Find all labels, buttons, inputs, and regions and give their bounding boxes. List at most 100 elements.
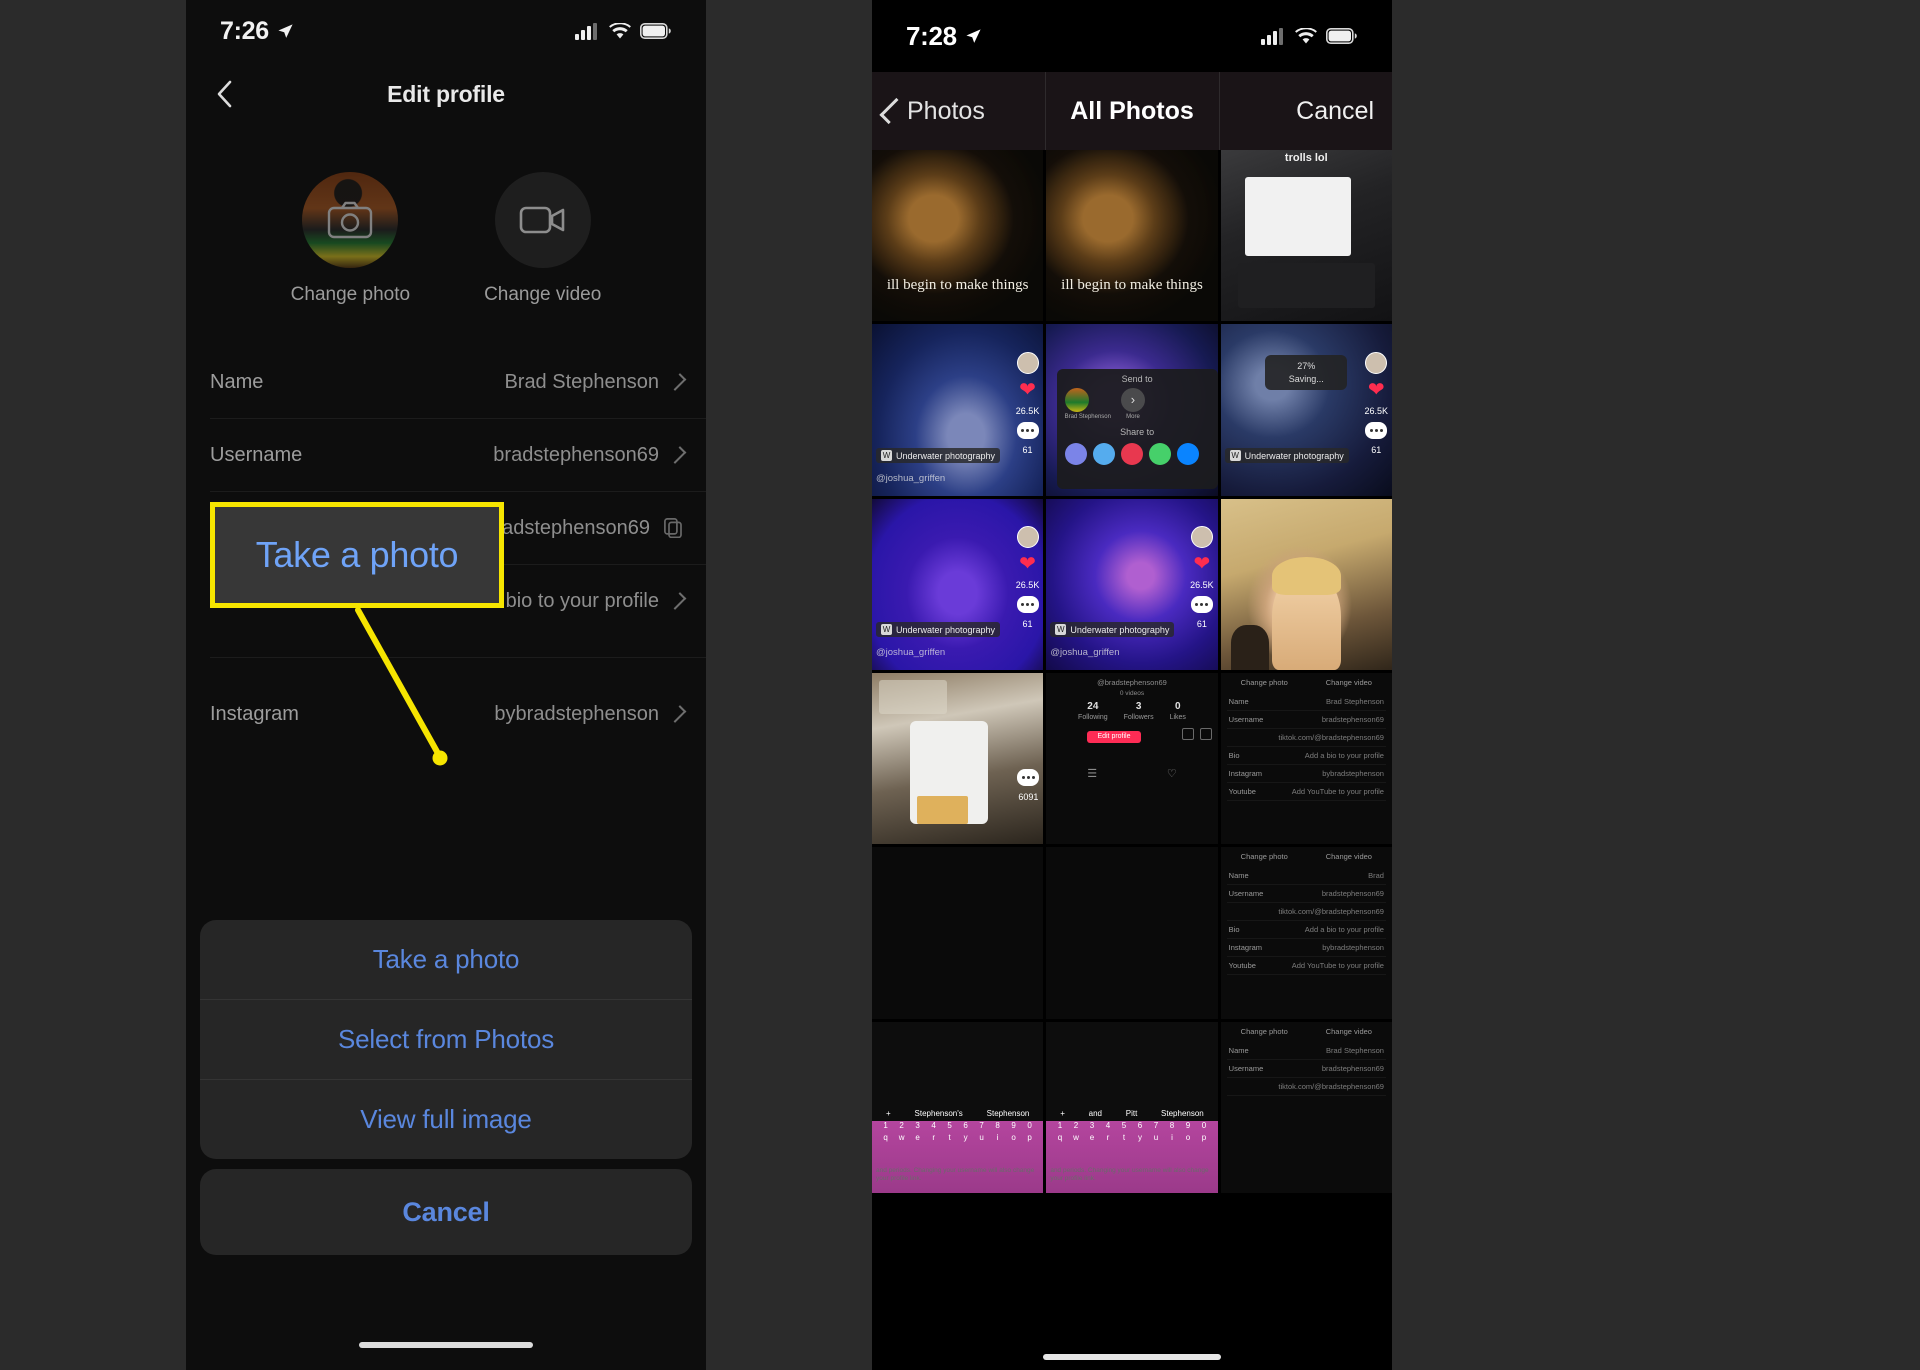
location-arrow-icon (966, 28, 981, 43)
field-row-name[interactable]: Name Brad Stephenson (186, 346, 706, 418)
location-arrow-icon (278, 23, 293, 38)
engagement-rail: ❤ 26.5K 61 (1016, 351, 1039, 455)
mini-avatar-labels: Change photo Change video (1227, 1027, 1386, 1036)
photo-cell-edit-profile-3[interactable]: Change photo Change video Name Brad Steph… (1220, 1021, 1392, 1193)
photo-cell-old-man-2[interactable]: ill begin to make things (1046, 150, 1218, 322)
left-nav-bar: Edit profile (186, 62, 706, 126)
comment-count: 6091 (1018, 791, 1039, 802)
comment-bubble-icon (1017, 768, 1040, 786)
copy-icon[interactable] (664, 518, 682, 538)
avatar-section: Change photo Change video (186, 172, 706, 306)
action-cancel-button[interactable]: Cancel (200, 1169, 692, 1255)
chevron-right-icon[interactable]: › (1120, 387, 1145, 412)
avatar (1016, 351, 1039, 374)
field-row-instagram[interactable]: Instagram bybradstephenson (186, 678, 706, 750)
copy-link-icon[interactable] (1064, 443, 1087, 466)
left-status-time-group: 7:26 (220, 17, 294, 46)
like-count: 26.5K (1364, 405, 1388, 416)
photo-cell-dark-2[interactable] (1046, 847, 1218, 1019)
mini-change-photo-label: Change photo (1240, 1026, 1288, 1036)
photo-thumbnail: trolls lol (1220, 150, 1392, 322)
instagram-icon[interactable] (1181, 728, 1194, 741)
action-take-a-photo[interactable]: Take a photo (200, 920, 692, 999)
change-photo-group[interactable]: Change photo (291, 172, 410, 306)
photo-cell-blue-stage-left[interactable]: ❤ 26.5K 61 W Underwater photography @jos… (872, 498, 1044, 670)
twitter-icon[interactable] (1092, 443, 1115, 466)
right-status-bar: 7:28 (872, 0, 1392, 72)
photo-thumbnail: ill begin to make things (1046, 150, 1218, 322)
wiki-tag-label: Underwater photography (896, 624, 996, 635)
photo-thumbnail (872, 847, 1044, 1019)
picker-cancel-button[interactable]: Cancel (1296, 97, 1374, 126)
photo-thumbnail: ill begin to make things (872, 150, 1044, 322)
photo-thumbnail: ❤ 26.5K 61 W Underwater photography @jos… (872, 324, 1044, 496)
bookmark-icon[interactable] (1199, 728, 1212, 741)
avatar[interactable] (302, 172, 399, 268)
mini-edit-profile-screenshot: Change photo Change video Name Brad Steph… (1221, 673, 1392, 844)
mini-edit-profile-button[interactable]: Edit profile (1086, 730, 1141, 743)
photo-cell-keyboard-1[interactable]: + Stephenson's Stephenson 1234567890 qwe… (872, 1021, 1044, 1193)
photo-cell-dark-1[interactable] (872, 847, 1044, 1019)
photo-cell-saving-video[interactable]: 27% Saving... ❤ 26.5K 61 W Underwater ph… (1220, 324, 1392, 496)
action-view-full-image[interactable]: View full image (200, 1080, 692, 1159)
heart-icon: ❤ (1019, 378, 1036, 401)
heart-icon: ❤ (1193, 553, 1211, 576)
keyboard-letter-row: qwertyuiop (883, 1132, 1032, 1142)
mini-row-instagram: Instagram bybradstephenson (1226, 765, 1386, 783)
engagement-rail: ❤ 26.5K 61 (1364, 351, 1388, 455)
photo-cell-edit-profile-1[interactable]: Change photo Change video Name Brad Steph… (1220, 672, 1392, 845)
action-select-from-photos[interactable]: Select from Photos (200, 1000, 692, 1079)
heart-icon: ❤ (1019, 553, 1036, 576)
mini-avatar-labels: Change photo Change video (1227, 678, 1386, 687)
field-row-username[interactable]: Username bradstephenson69 (186, 419, 706, 491)
mini-row-link: tiktok.com/@bradstephenson69 (1226, 903, 1386, 922)
wiki-tag-label: Underwater photography (1244, 450, 1344, 461)
right-status-time: 7:28 (906, 20, 957, 51)
action-sheet: Take a photo Select from Photos View ful… (200, 920, 692, 1255)
mini-stat-likes: 0 Likes (1170, 701, 1186, 721)
photo-cell-kitchen[interactable]: 6091 (872, 672, 1044, 845)
photo-cell-underwater-dancer[interactable]: ❤ 26.5K 61 W Underwater photography @jos… (872, 324, 1044, 496)
photo-cell-trolls-screenshot[interactable]: trolls lol (1220, 150, 1392, 322)
mini-stats: 24 Following 3 Followers 0 Likes (1052, 701, 1211, 721)
whatsapp-icon[interactable] (1148, 443, 1171, 466)
photo-cell-selected-selfie[interactable] (1220, 498, 1392, 670)
chevron-right-icon (668, 592, 687, 610)
field-value-group-instagram: bybradstephenson (494, 703, 687, 726)
wiki-tag: W Underwater photography (1050, 622, 1175, 638)
comment-bubble-icon (1016, 596, 1039, 614)
wikipedia-icon: W (881, 624, 892, 636)
progress-percent: 27% (1297, 361, 1316, 372)
chevron-right-icon (668, 373, 687, 391)
telegram-icon[interactable] (1120, 443, 1143, 466)
photo-cell-edit-profile-2[interactable]: Change photo Change video Name Brad Usern… (1220, 847, 1392, 1019)
photo-username: @joshua_griffen (876, 472, 946, 484)
photo-cell-profile-stats[interactable]: @bradstephenson69 0 videos 24 Following … (1046, 672, 1218, 845)
change-video-group[interactable]: Change video (484, 172, 601, 306)
photo-cell-blue-stage-mid[interactable]: ❤ 26.5K 61 W Underwater photography @jos… (1046, 498, 1218, 670)
left-status-time: 7:26 (220, 16, 269, 45)
photo-cell-keyboard-2[interactable]: + and Pitt Stephenson 1234567890 qwertyu… (1046, 1021, 1218, 1193)
messenger-icon[interactable] (1176, 443, 1199, 466)
comment-count: 61 (1022, 444, 1033, 455)
photo-cell-share-sheet[interactable]: Send to Brad Stephenson › More Share to (1046, 324, 1218, 496)
back-button[interactable] (212, 79, 238, 109)
video-avatar[interactable] (494, 172, 591, 268)
photo-username: @joshua_griffen (1050, 647, 1120, 658)
mini-profile-screenshot: @bradstephenson69 0 videos 24 Following … (1046, 673, 1217, 844)
share-person-name: Brad Stephenson (1064, 413, 1111, 420)
wikipedia-icon: W (1055, 624, 1067, 636)
picker-back-button[interactable]: Photos (879, 97, 985, 126)
mini-change-photo-label: Change photo (1240, 852, 1288, 862)
mini-avatar-labels: Change photo Change video (1227, 852, 1386, 861)
chevron-right-icon (668, 705, 687, 723)
grid-tab-icon[interactable]: ☰ (1087, 767, 1097, 780)
photo-cell-old-man-1[interactable]: ill begin to make things (872, 150, 1044, 322)
battery-icon (1326, 28, 1357, 44)
liked-tab-icon[interactable]: ♡ (1167, 767, 1177, 780)
picker-divider (1219, 72, 1220, 150)
video-camera-icon (519, 206, 564, 234)
mini-row-bio: Bio Add a bio to your profile (1226, 747, 1386, 765)
share-to-label: Share to (1120, 427, 1155, 438)
mini-row-instagram: Instagram bybradstephenson (1226, 939, 1386, 958)
